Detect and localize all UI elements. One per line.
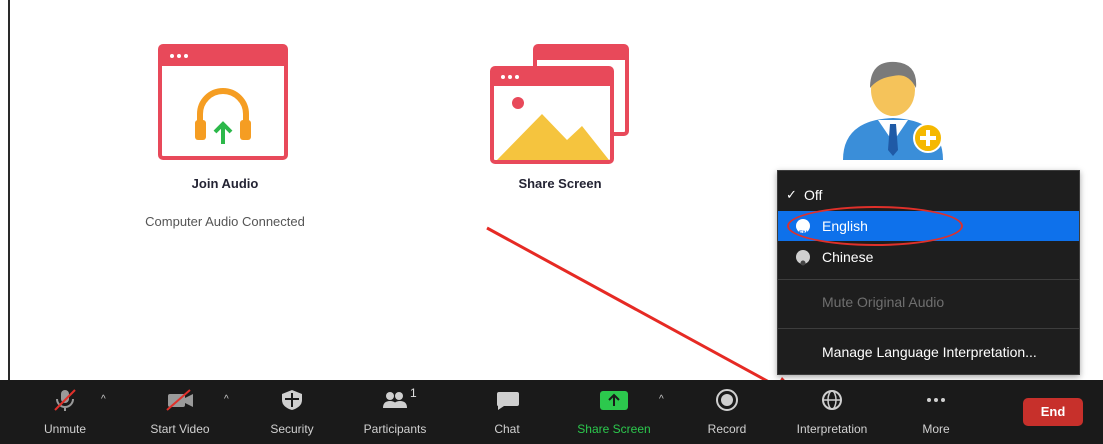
start-video-button[interactable]: Start Video <box>140 380 220 444</box>
participants-label: Participants <box>363 422 427 436</box>
participants-icon <box>383 392 407 408</box>
headphones-window-icon <box>158 44 288 160</box>
share-screen-tile[interactable]: Share Screen <box>485 40 635 200</box>
menu-item-label: Manage Language Interpretation... <box>822 344 1037 360</box>
share-screen-label: Share Screen <box>518 176 602 191</box>
record-button[interactable]: Record <box>697 380 757 444</box>
menu-divider <box>778 328 1079 329</box>
more-dots-icon <box>927 398 945 402</box>
avatar-add-icon <box>843 61 943 160</box>
menu-item-label: Chinese <box>822 249 874 265</box>
menu-item-chinese[interactable]: Chinese <box>778 242 1079 272</box>
unmute-label: Unmute <box>43 422 87 436</box>
shield-icon <box>282 390 302 410</box>
security-button[interactable]: Security <box>257 380 327 444</box>
menu-item-off[interactable]: ✓ Off <box>778 180 1079 210</box>
audio-status-text: Computer Audio Connected <box>145 214 305 229</box>
join-audio-tile[interactable]: Join Audio Computer Audio Connected <box>145 40 305 240</box>
menu-item-label: Off <box>804 187 823 203</box>
check-icon: ✓ <box>786 187 797 202</box>
chat-icon <box>497 392 519 410</box>
share-screen-button[interactable]: Share Screen <box>569 380 659 444</box>
audio-options-chevron-icon[interactable]: ^ <box>101 394 106 405</box>
interpretation-label: Interpretation <box>796 422 868 436</box>
share-screen-toolbar-label: Share Screen <box>577 422 651 436</box>
window-border <box>0 0 10 380</box>
menu-item-manage-interpretation[interactable]: Manage Language Interpretation... <box>778 337 1079 367</box>
start-video-label: Start Video <box>150 422 210 436</box>
meeting-toolbar: Unmute ^ Start Video ^ Security 1 Partic… <box>0 380 1103 444</box>
menu-item-label: Mute Original Audio <box>822 294 945 310</box>
join-audio-label: Join Audio <box>191 176 259 191</box>
more-button[interactable]: More <box>906 380 966 444</box>
chat-label: Chat <box>494 422 520 436</box>
record-icon <box>716 389 738 411</box>
muted-mic-icon <box>54 389 76 411</box>
participants-button[interactable]: 1 Participants <box>355 380 435 444</box>
video-off-icon <box>166 389 193 411</box>
share-screen-window-icon <box>490 44 629 164</box>
interpretation-button[interactable]: Interpretation <box>784 380 880 444</box>
security-label: Security <box>270 422 314 436</box>
more-label: More <box>922 422 950 436</box>
end-meeting-button[interactable]: End <box>1023 398 1083 426</box>
interpretation-menu: ✓ Off EN English Chinese Mute Original A… <box>777 170 1080 375</box>
share-options-chevron-icon[interactable]: ^ <box>659 394 664 405</box>
unmute-button[interactable]: Unmute <box>35 380 95 444</box>
highlight-ellipse <box>787 206 963 246</box>
participants-count: 1 <box>410 386 417 400</box>
video-options-chevron-icon[interactable]: ^ <box>224 394 229 405</box>
chat-button[interactable]: Chat <box>477 380 537 444</box>
menu-divider <box>778 279 1079 280</box>
globe-icon <box>822 390 842 410</box>
menu-item-mute-original-audio: Mute Original Audio <box>778 287 1079 317</box>
share-screen-icon <box>600 391 628 410</box>
chinese-channel-icon <box>796 250 810 266</box>
record-label: Record <box>707 422 747 436</box>
